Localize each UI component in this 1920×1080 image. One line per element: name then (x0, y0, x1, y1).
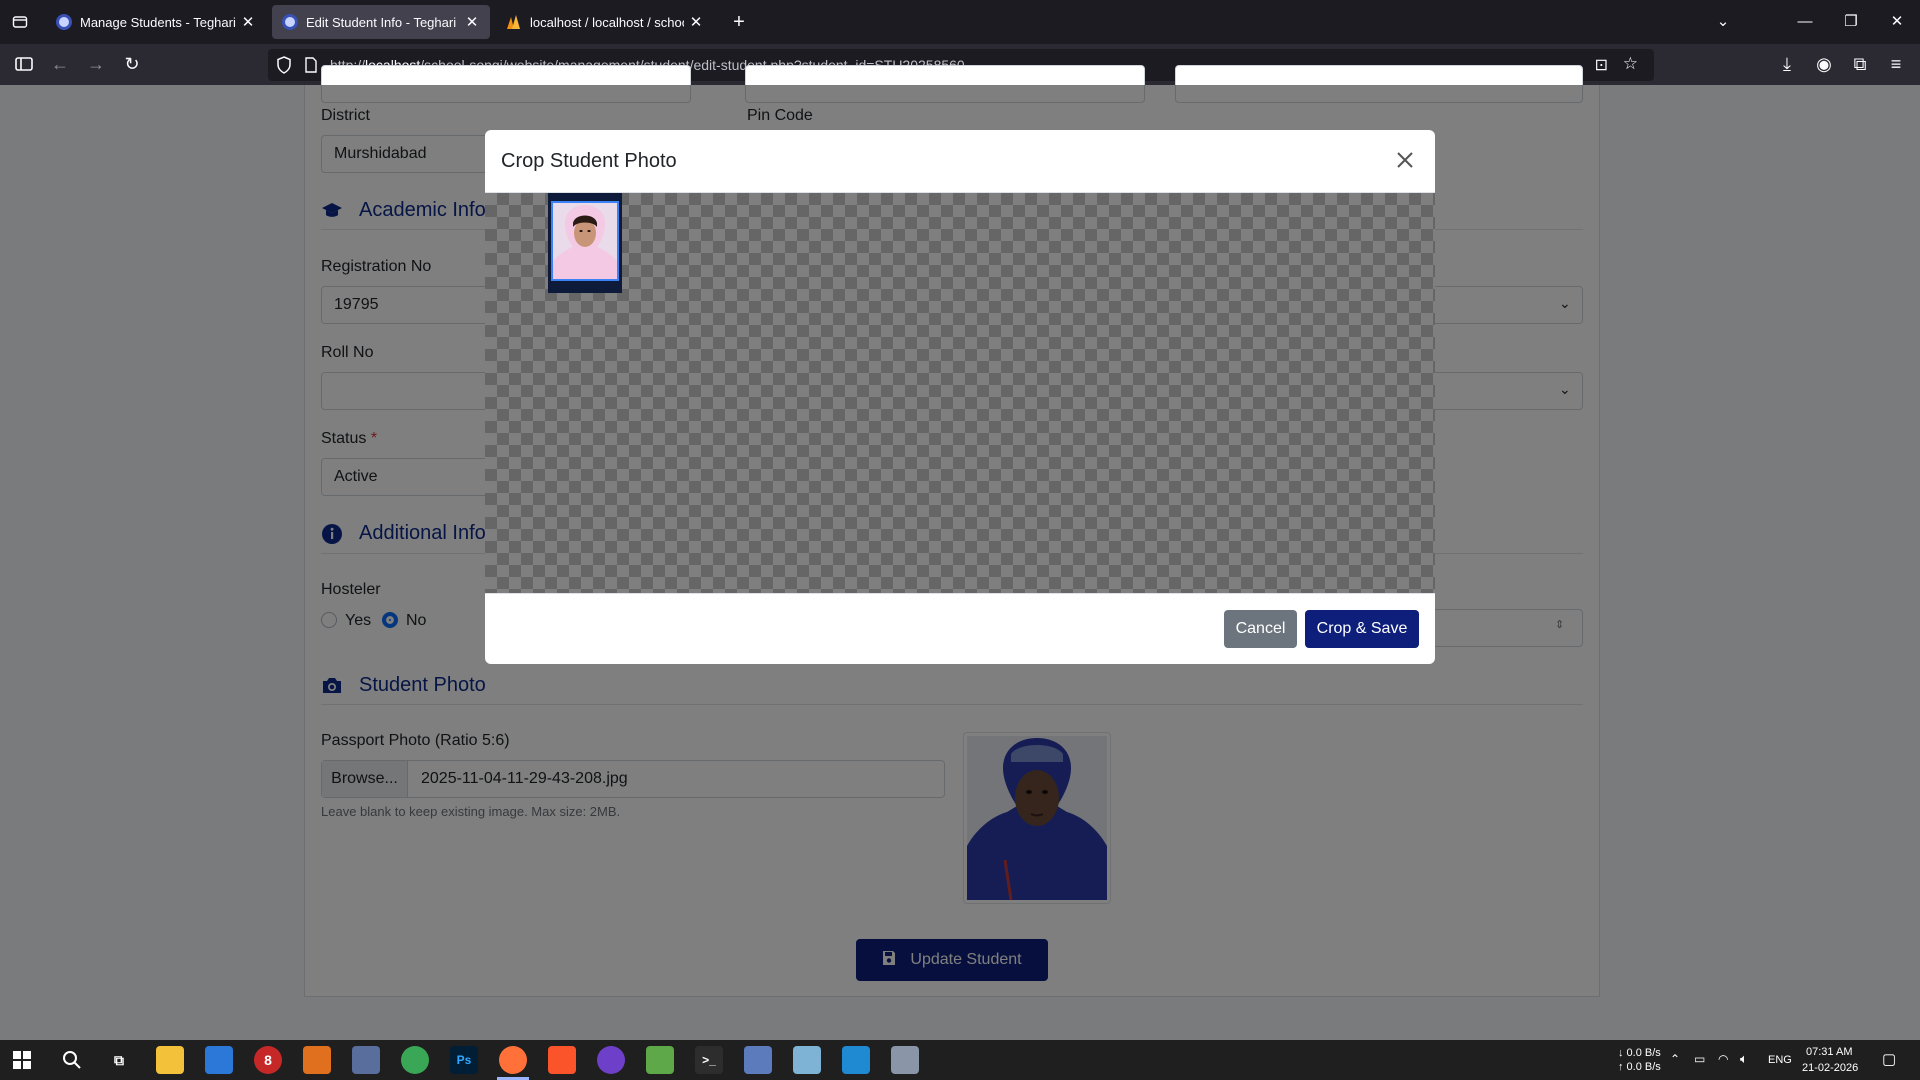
terminal-icon[interactable]: >_ (695, 1046, 723, 1074)
clock-date[interactable]: 21-02-2026 (1802, 1062, 1858, 1074)
notes-icon[interactable] (793, 1046, 821, 1074)
tray-chevron-up-icon[interactable]: ⌃ (1670, 1052, 1680, 1066)
menu-icon[interactable]: ≡ (1879, 44, 1913, 85)
tab-title: localhost / localhost / school_sy (530, 14, 684, 30)
clock-time[interactable]: 07:31 AM (1806, 1046, 1852, 1058)
calculator-icon[interactable] (352, 1046, 380, 1074)
new-tab-icon[interactable]: + (726, 0, 752, 44)
crop-canvas[interactable] (485, 193, 1435, 593)
system-tray: ↓ 0.0 B/s ↑ 0.0 B/s ⌃ ▭ ◠ 🔈︎ ENG 07:31 A… (1610, 1040, 1920, 1080)
downloads-icon[interactable]: ⤓ (1770, 44, 1804, 85)
sidebar-toggle-icon[interactable] (7, 44, 41, 85)
volume-icon[interactable]: 🔈︎ (1740, 1051, 1748, 1067)
forward-icon[interactable]: → (79, 44, 113, 85)
crop-photo-modal: Crop Student Photo Cancel Crop & Save (485, 130, 1435, 664)
vscode-icon[interactable] (842, 1046, 870, 1074)
close-window-icon[interactable]: ✕ (1882, 0, 1912, 44)
photoshop-icon[interactable]: Ps (450, 1046, 478, 1074)
close-tab-icon[interactable]: ✕ (688, 13, 704, 31)
firefox-icon[interactable] (499, 1046, 527, 1074)
microsoft-store-icon[interactable] (205, 1046, 233, 1074)
monitor-app-icon[interactable] (891, 1046, 919, 1074)
minimize-icon[interactable]: — (1790, 0, 1820, 44)
modal-title: Crop Student Photo (501, 150, 677, 172)
brave-icon[interactable] (548, 1046, 576, 1074)
site-favicon-icon (56, 14, 72, 30)
browser-tab-bar: Manage Students - Teghari Chh ✕ Edit Stu… (0, 0, 1920, 44)
search-icon[interactable] (58, 1046, 86, 1074)
back-icon[interactable]: ← (43, 44, 77, 85)
modal-footer: Cancel Crop & Save (485, 593, 1435, 664)
tab-edit-student[interactable]: Edit Student Info - Teghari Chh ✕ (272, 5, 490, 39)
start-windows-icon[interactable] (8, 1046, 36, 1074)
page-info-icon[interactable] (304, 57, 318, 76)
extensions-icon[interactable]: ⧉ (1843, 44, 1877, 85)
list-all-tabs-icon[interactable]: ⌄ (1708, 0, 1738, 44)
shield-icon[interactable] (276, 56, 292, 77)
github-icon[interactable] (597, 1046, 625, 1074)
reload-icon[interactable]: ↻ (115, 44, 149, 85)
reader-view-icon[interactable]: ⊡ (1595, 55, 1608, 75)
wifi-icon[interactable]: ◠ (1718, 1052, 1728, 1066)
sublime-icon[interactable] (303, 1046, 331, 1074)
tab-list-icon[interactable] (8, 0, 32, 44)
crop-selection-box[interactable] (551, 201, 619, 281)
windows-taskbar: ⧉ 8 Ps >_ ↓ 0.0 B/s ↑ 0.0 B/s ⌃ ▭ ◠ 🔈︎ E… (0, 1040, 1920, 1080)
close-tab-icon[interactable]: ✕ (240, 13, 256, 31)
tab-title: Manage Students - Teghari Chh (80, 14, 236, 30)
notification-center-icon[interactable]: ▢ (1882, 1050, 1896, 1068)
modal-header: Crop Student Photo (485, 130, 1435, 193)
site-favicon-icon (282, 14, 298, 30)
account-icon[interactable]: ◉ (1807, 44, 1841, 85)
restore-icon[interactable]: ❐ (1836, 0, 1866, 44)
chrome-like-icon[interactable] (401, 1046, 429, 1074)
close-icon[interactable] (1391, 146, 1419, 174)
bookmark-star-icon[interactable]: ☆ (1623, 54, 1638, 74)
notepad-icon[interactable] (646, 1046, 674, 1074)
battery-icon[interactable]: ▭ (1694, 1052, 1705, 1066)
language-indicator[interactable]: ENG (1768, 1054, 1792, 1066)
crop-and-save-button[interactable]: Crop & Save (1305, 610, 1419, 648)
app-red-icon[interactable]: 8 (254, 1046, 282, 1074)
net-down-speed: ↓ 0.0 B/s (1618, 1047, 1661, 1059)
tab-phpmyadmin[interactable]: localhost / localhost / school_sy ✕ (496, 5, 714, 39)
task-view-icon[interactable]: ⧉ (105, 1046, 133, 1074)
phpmyadmin-icon (506, 14, 522, 30)
file-explorer-icon[interactable] (156, 1046, 184, 1074)
net-up-speed: ↑ 0.0 B/s (1618, 1061, 1661, 1073)
crop-dim-overlay (485, 193, 1435, 593)
cancel-button[interactable]: Cancel (1224, 610, 1297, 648)
close-tab-icon[interactable]: ✕ (464, 13, 480, 31)
tab-manage-students[interactable]: Manage Students - Teghari Chh ✕ (46, 5, 266, 39)
remote-desktop-icon[interactable] (744, 1046, 772, 1074)
tab-title: Edit Student Info - Teghari Chh (306, 14, 460, 30)
